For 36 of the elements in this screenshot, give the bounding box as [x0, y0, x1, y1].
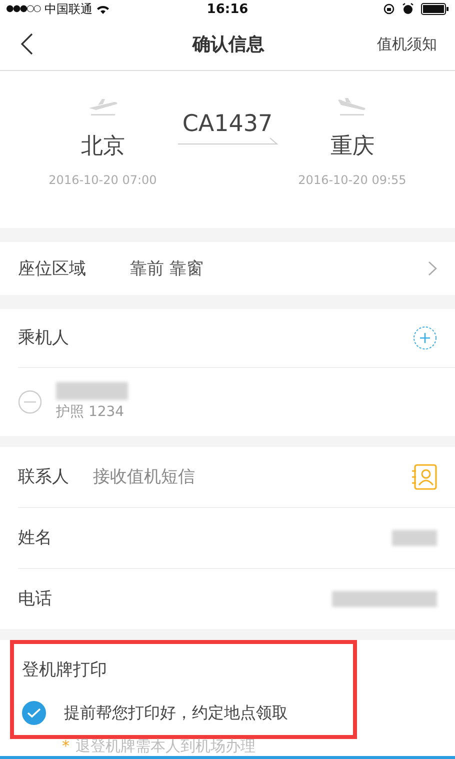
seat-area-value: 靠前 靠窗 — [130, 258, 204, 280]
print-checkbox[interactable] — [22, 701, 46, 725]
carrier-name: 中国联通 — [44, 0, 92, 18]
redacted-value — [392, 530, 437, 546]
departure-city: 北京 — [80, 132, 125, 161]
boarding-pass-title: 登机牌打印 — [22, 659, 108, 681]
field-label: 姓名 — [18, 527, 52, 550]
checkin-notice-link[interactable]: 值机须知 — [357, 34, 437, 54]
field-label: 电话 — [18, 588, 52, 610]
seat-area-row[interactable]: 座位区域 靠前 靠窗 — [0, 242, 455, 296]
print-option-text: 提前帮您打印好，约定地点领取 — [64, 702, 288, 724]
remove-passenger-button[interactable] — [18, 390, 42, 414]
note-asterisk: * — [62, 737, 70, 756]
clock-time: 16:16 — [206, 2, 248, 17]
contact-label: 联系人 — [18, 466, 69, 488]
chevron-right-icon — [428, 261, 437, 276]
boarding-note: 退登机牌需本人到机场办理 — [76, 737, 256, 756]
passengers-label: 乘机人 — [18, 327, 69, 350]
departure-time: 2016-10-20 07:00 — [48, 172, 157, 187]
seat-area-label: 座位区域 — [18, 258, 86, 280]
add-passenger-button[interactable] — [413, 326, 437, 350]
chevron-left-icon — [20, 32, 34, 56]
page-title: 确认信息 — [192, 33, 264, 56]
passenger-document: 护照 1234 — [56, 403, 126, 422]
arrival-time: 2016-10-20 09:55 — [298, 172, 406, 187]
redacted-name — [56, 382, 128, 400]
signal-strength: ●●●○○ — [6, 4, 40, 14]
rotation-lock-icon — [382, 3, 395, 16]
wifi-icon — [96, 4, 110, 15]
arrival-city: 重庆 — [330, 132, 374, 161]
battery-icon — [420, 3, 449, 16]
contacts-button[interactable] — [411, 464, 437, 490]
sms-hint: 接收值机短信 — [93, 466, 195, 488]
flight-number: CA1437 — [182, 110, 273, 137]
checkmark-icon — [27, 708, 41, 718]
alarm-icon — [402, 3, 414, 16]
